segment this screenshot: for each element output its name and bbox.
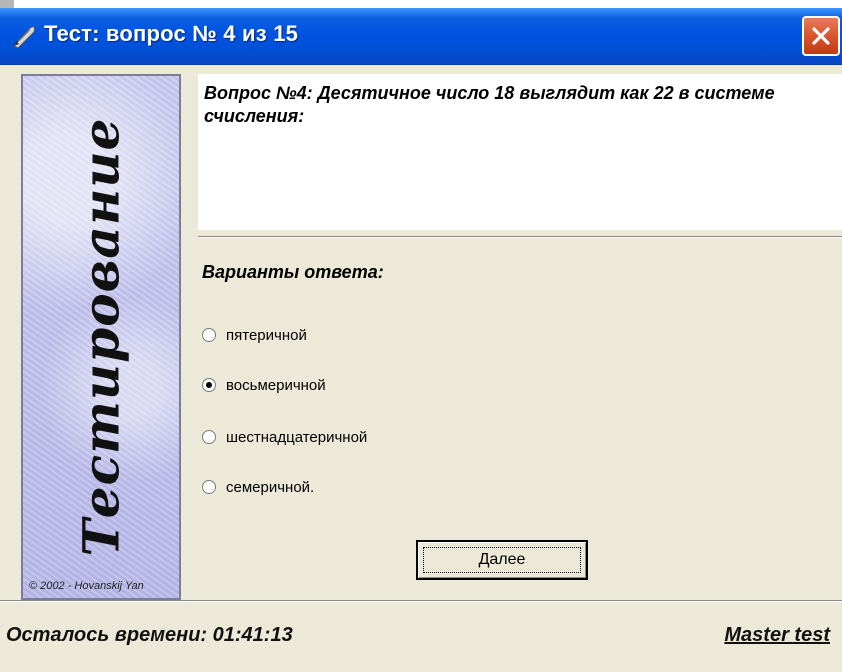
top-strip-corner xyxy=(0,0,14,8)
answer-option-label: пятеричной xyxy=(226,326,307,344)
answers-heading: Варианты ответа: xyxy=(202,262,384,282)
radio-button[interactable] xyxy=(202,480,216,494)
window-title: Тест: вопрос № 4 из 15 xyxy=(44,21,299,46)
answer-option-label: восьмеричной xyxy=(226,376,326,394)
top-strip xyxy=(0,0,842,8)
answer-option-4[interactable]: семеричной. xyxy=(202,476,314,498)
close-button[interactable] xyxy=(802,16,840,56)
question-divider xyxy=(198,236,842,238)
next-button-label: Далее xyxy=(478,551,526,568)
status-divider xyxy=(0,600,842,602)
quill-pen-icon xyxy=(10,22,38,50)
side-title: Тестирование xyxy=(71,117,131,557)
master-test-link[interactable]: Master test xyxy=(724,624,830,647)
radio-button[interactable] xyxy=(202,328,216,342)
close-icon xyxy=(812,27,830,45)
answer-option-label: шестнадцатеричной xyxy=(226,428,368,446)
question-text: Вопрос №4: Десятичное число 18 выглядит … xyxy=(204,83,775,126)
answer-option-3[interactable]: шестнадцатеричной xyxy=(202,426,367,448)
next-button[interactable]: Далее xyxy=(416,540,588,580)
answer-option-1[interactable]: пятеричной xyxy=(202,324,307,346)
radio-button-selected[interactable] xyxy=(202,378,216,392)
copyright-text: © 2002 - Hovanskij Yan xyxy=(29,580,144,592)
time-remaining: Осталось времени: 01:41:13 xyxy=(6,624,293,646)
radio-button[interactable] xyxy=(202,430,216,444)
side-panel: Тестирование © 2002 - Hovanskij Yan xyxy=(21,74,181,600)
question-box: Вопрос №4: Десятичное число 18 выглядит … xyxy=(198,74,842,230)
title-bar[interactable]: Тест: вопрос № 4 из 15 xyxy=(0,8,842,65)
answer-option-label: семеричной. xyxy=(226,478,315,496)
answer-option-2[interactable]: восьмеричной xyxy=(202,374,326,396)
